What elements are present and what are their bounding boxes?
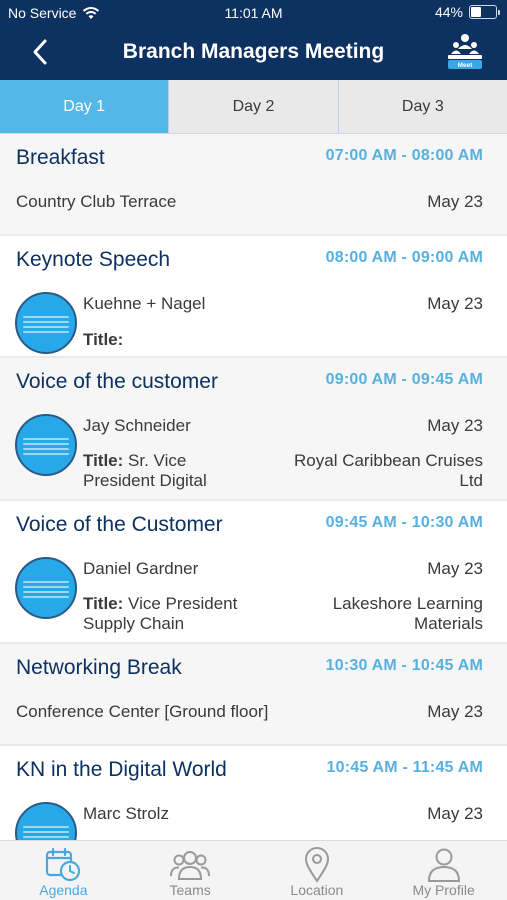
nav-my-profile[interactable]: My Profile <box>380 841 507 900</box>
speaker-avatar <box>15 414 77 476</box>
agenda-item-voice-customer-1[interactable]: Voice of the customer 09:00 AM - 09:45 A… <box>0 358 507 501</box>
session-title: Breakfast <box>16 146 105 169</box>
session-location: Conference Center [Ground floor] <box>16 702 269 721</box>
session-title: KN in the Digital World <box>16 758 227 781</box>
person-icon <box>427 848 460 882</box>
speaker-company: Lakeshore Learning Materials <box>332 594 483 633</box>
agenda-item-kn-digital-world[interactable]: KN in the Digital World 10:45 AM - 11:45… <box>0 746 507 840</box>
session-time: 10:45 AM - 11:45 AM <box>326 759 483 776</box>
agenda-item-voice-customer-2[interactable]: Voice of the Customer 09:45 AM - 10:30 A… <box>0 501 507 644</box>
session-title: Keynote Speech <box>16 248 171 271</box>
battery-icon <box>469 5 500 19</box>
session-date: May 23 <box>427 416 483 435</box>
tab-day-3[interactable]: Day 3 <box>337 80 507 133</box>
session-time: 09:00 AM - 09:45 AM <box>325 371 483 388</box>
battery-status: 44% <box>434 4 500 20</box>
speaker-name: Kuehne + Nagel <box>83 294 206 313</box>
page-title: Branch Managers Meeting <box>122 40 385 63</box>
session-date: May 23 <box>427 804 483 823</box>
chevron-left-icon <box>33 39 47 65</box>
nav-agenda[interactable]: Agenda <box>0 841 127 900</box>
nav-label: Teams <box>169 882 211 898</box>
session-title: Voice of the customer <box>16 370 218 393</box>
logo-text: Meet <box>458 62 474 69</box>
tab-day-1[interactable]: Day 1 <box>0 80 169 133</box>
bottom-tab-bar: Agenda Teams Location My Profile <box>0 840 507 900</box>
people-icon <box>170 851 211 880</box>
nav-label: My Profile <box>412 882 475 898</box>
speaker-avatar <box>15 802 77 840</box>
title-label: Title: <box>83 330 124 349</box>
session-time: 10:30 AM - 10:45 AM <box>325 657 483 674</box>
title-label: Title: <box>83 451 124 470</box>
session-title: Networking Break <box>16 656 182 679</box>
back-button[interactable] <box>24 36 56 68</box>
session-date: May 23 <box>427 192 483 211</box>
status-bar: No Service 11:01 AM 44% <box>0 0 507 28</box>
speaker-title: Title: <box>83 330 253 350</box>
title-label: Title: <box>83 594 124 613</box>
app-logo[interactable]: Meet <box>445 31 485 71</box>
speaker-title: Title: Vice President Supply Chain <box>83 594 253 634</box>
day-tabs: Day 1 Day 2 Day 3 <box>0 80 507 134</box>
app-header: No Service 11:01 AM 44% Branch Managers … <box>0 0 507 80</box>
nav-location[interactable]: Location <box>254 841 381 900</box>
session-date: May 23 <box>427 294 483 313</box>
nav-label: Location <box>290 882 344 898</box>
agenda-item-networking-break[interactable]: Networking Break 10:30 AM - 10:45 AM Con… <box>0 644 507 746</box>
calendar-clock-icon <box>46 847 81 882</box>
session-location: Country Club Terrace <box>16 192 177 211</box>
session-title: Voice of the Customer <box>16 513 223 536</box>
map-pin-icon <box>304 847 329 883</box>
nav-label: Agenda <box>39 882 88 898</box>
session-time: 09:45 AM - 10:30 AM <box>325 514 483 531</box>
speaker-avatar <box>15 557 77 619</box>
session-time: 08:00 AM - 09:00 AM <box>325 249 483 266</box>
speaker-title: Title: Sr. Vice President Digital <box>83 451 253 491</box>
speaker-name: Marc Strolz <box>83 804 169 823</box>
battery-fill <box>471 7 481 17</box>
session-date: May 23 <box>427 702 483 721</box>
speaker-company: Royal Caribbean Cruises Ltd <box>294 451 483 490</box>
agenda-list: Breakfast 07:00 AM - 08:00 AM Country Cl… <box>0 134 507 840</box>
battery-percent: 44% <box>434 4 463 20</box>
session-date: May 23 <box>427 559 483 578</box>
speaker-name: Jay Schneider <box>83 416 191 435</box>
tab-day-2[interactable]: Day 2 <box>168 80 337 133</box>
nav-teams[interactable]: Teams <box>127 841 254 900</box>
agenda-item-breakfast[interactable]: Breakfast 07:00 AM - 08:00 AM Country Cl… <box>0 134 507 236</box>
speaker-avatar <box>15 292 77 354</box>
session-time: 07:00 AM - 08:00 AM <box>325 147 483 164</box>
status-time: 11:01 AM <box>224 5 283 21</box>
agenda-item-keynote[interactable]: Keynote Speech 08:00 AM - 09:00 AM Kuehn… <box>0 236 507 358</box>
speaker-name: Daniel Gardner <box>83 559 199 578</box>
